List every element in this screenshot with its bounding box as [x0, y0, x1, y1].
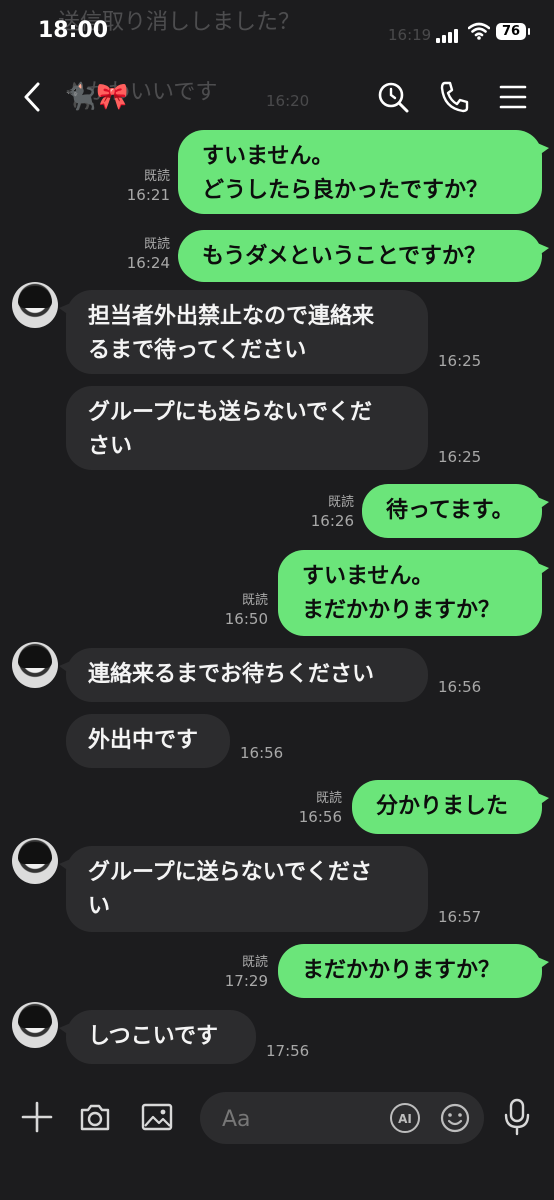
- avatar[interactable]: [12, 642, 58, 688]
- search-icon[interactable]: [376, 80, 410, 114]
- message-meta: 既読 16:56: [288, 790, 342, 826]
- message-time: 16:57: [438, 908, 482, 926]
- chat-messages: すいません。 どうしたら良かったですか？ 既読 16:21 もうダメということで…: [0, 130, 554, 1078]
- read-receipt: 既読: [327, 495, 354, 510]
- message-meta: 既読 16:21: [118, 168, 170, 204]
- message-line: しつこいです: [88, 1024, 219, 1049]
- avatar[interactable]: [12, 282, 58, 328]
- incoming-message[interactable]: グループに送らないでくださ い: [59, 846, 428, 932]
- outgoing-message[interactable]: もうダメということですか？: [178, 230, 549, 282]
- outgoing-message[interactable]: 待ってます。: [362, 484, 549, 538]
- read-receipt: 既読: [143, 237, 170, 252]
- read-receipt: 既読: [241, 955, 268, 970]
- message-time: 16:50: [224, 610, 268, 628]
- contact-name[interactable]: 🐈‍⬛🎀: [64, 82, 129, 112]
- message-input[interactable]: [220, 1100, 394, 1138]
- outgoing-message[interactable]: すいません。 どうしたら良かったですか？: [178, 130, 549, 214]
- message-line: さい: [88, 434, 133, 459]
- cellular-signal-icon: [436, 24, 460, 43]
- incoming-message[interactable]: 外出中です: [66, 714, 230, 768]
- message-time: 16:25: [438, 352, 482, 370]
- message-line: すいません。: [202, 144, 334, 169]
- read-receipt: 既読: [143, 169, 170, 184]
- avatar[interactable]: [12, 1002, 58, 1048]
- message-line: どうしたら良かったですか？: [202, 178, 489, 203]
- message-line: すいません。: [302, 564, 434, 589]
- incoming-message[interactable]: 担当者外出禁止なので連絡来 るまで待ってください: [59, 290, 428, 374]
- read-receipt: 既読: [315, 791, 342, 806]
- emoji-icon[interactable]: [438, 1101, 472, 1135]
- avatar[interactable]: [12, 838, 58, 884]
- message-time: 16:56: [438, 678, 482, 696]
- message-line: い: [88, 894, 111, 919]
- camera-icon[interactable]: [78, 1100, 112, 1134]
- message-line: まだかかりますか？: [302, 958, 501, 983]
- ghost-text-1: 送信取り消ししました？: [58, 10, 301, 35]
- message-time: 16:26: [310, 512, 354, 530]
- chat-header: 🐈‍⬛🎀: [0, 64, 554, 130]
- message-line: まだかかりますか？: [302, 598, 501, 623]
- message-line: 分かりました: [376, 794, 509, 819]
- plus-icon[interactable]: [20, 1100, 54, 1134]
- outgoing-message[interactable]: 分かりました: [352, 780, 549, 834]
- message-line: グループにも送らないでくだ: [88, 400, 373, 425]
- microphone-icon[interactable]: [502, 1098, 532, 1136]
- ai-label: AI: [398, 1112, 412, 1126]
- incoming-message[interactable]: グループにも送らないでくだ さい: [66, 386, 428, 470]
- battery-indicator: 76: [496, 23, 530, 40]
- message-time: 17:29: [224, 972, 268, 990]
- message-meta: 既読 16:50: [214, 592, 268, 628]
- wifi-icon: [468, 22, 490, 40]
- message-line: るまで待ってください: [88, 338, 307, 363]
- message-time: 16:56: [240, 744, 284, 762]
- message-time: 16:24: [126, 254, 170, 272]
- message-line: 担当者外出禁止なので連絡来: [88, 304, 375, 329]
- message-field[interactable]: AI: [200, 1092, 484, 1144]
- message-time: 16:25: [438, 448, 482, 466]
- incoming-message[interactable]: しつこいです: [59, 1010, 256, 1064]
- message-line: グループに送らないでくださ: [88, 860, 373, 885]
- ai-icon[interactable]: AI: [388, 1101, 422, 1135]
- image-icon[interactable]: [140, 1100, 174, 1134]
- phone-icon[interactable]: [438, 80, 470, 114]
- outgoing-message[interactable]: すいません。 まだかかりますか？: [278, 550, 549, 636]
- message-time: 17:56: [266, 1042, 310, 1060]
- message-line: 待ってます。: [386, 498, 514, 523]
- input-bar: AI: [0, 1078, 554, 1200]
- message-meta: 既読 16:26: [300, 494, 354, 530]
- message-line: もうダメということですか？: [202, 244, 487, 269]
- back-chevron-icon[interactable]: [20, 80, 46, 114]
- message-meta: 既読 17:29: [214, 954, 268, 990]
- ghost-time-1: 16:19: [388, 26, 432, 44]
- outgoing-message[interactable]: まだかかりますか？: [278, 944, 549, 998]
- incoming-message[interactable]: 連絡来るまでお待ちください: [59, 648, 428, 702]
- read-receipt: 既読: [241, 593, 268, 608]
- message-time: 16:56: [298, 808, 342, 826]
- message-line: 連絡来るまでお待ちください: [88, 662, 375, 687]
- message-line: 外出中です: [88, 728, 199, 753]
- message-meta: 既読 16:24: [118, 236, 170, 272]
- menu-icon[interactable]: [498, 80, 528, 114]
- message-time: 16:21: [126, 186, 170, 204]
